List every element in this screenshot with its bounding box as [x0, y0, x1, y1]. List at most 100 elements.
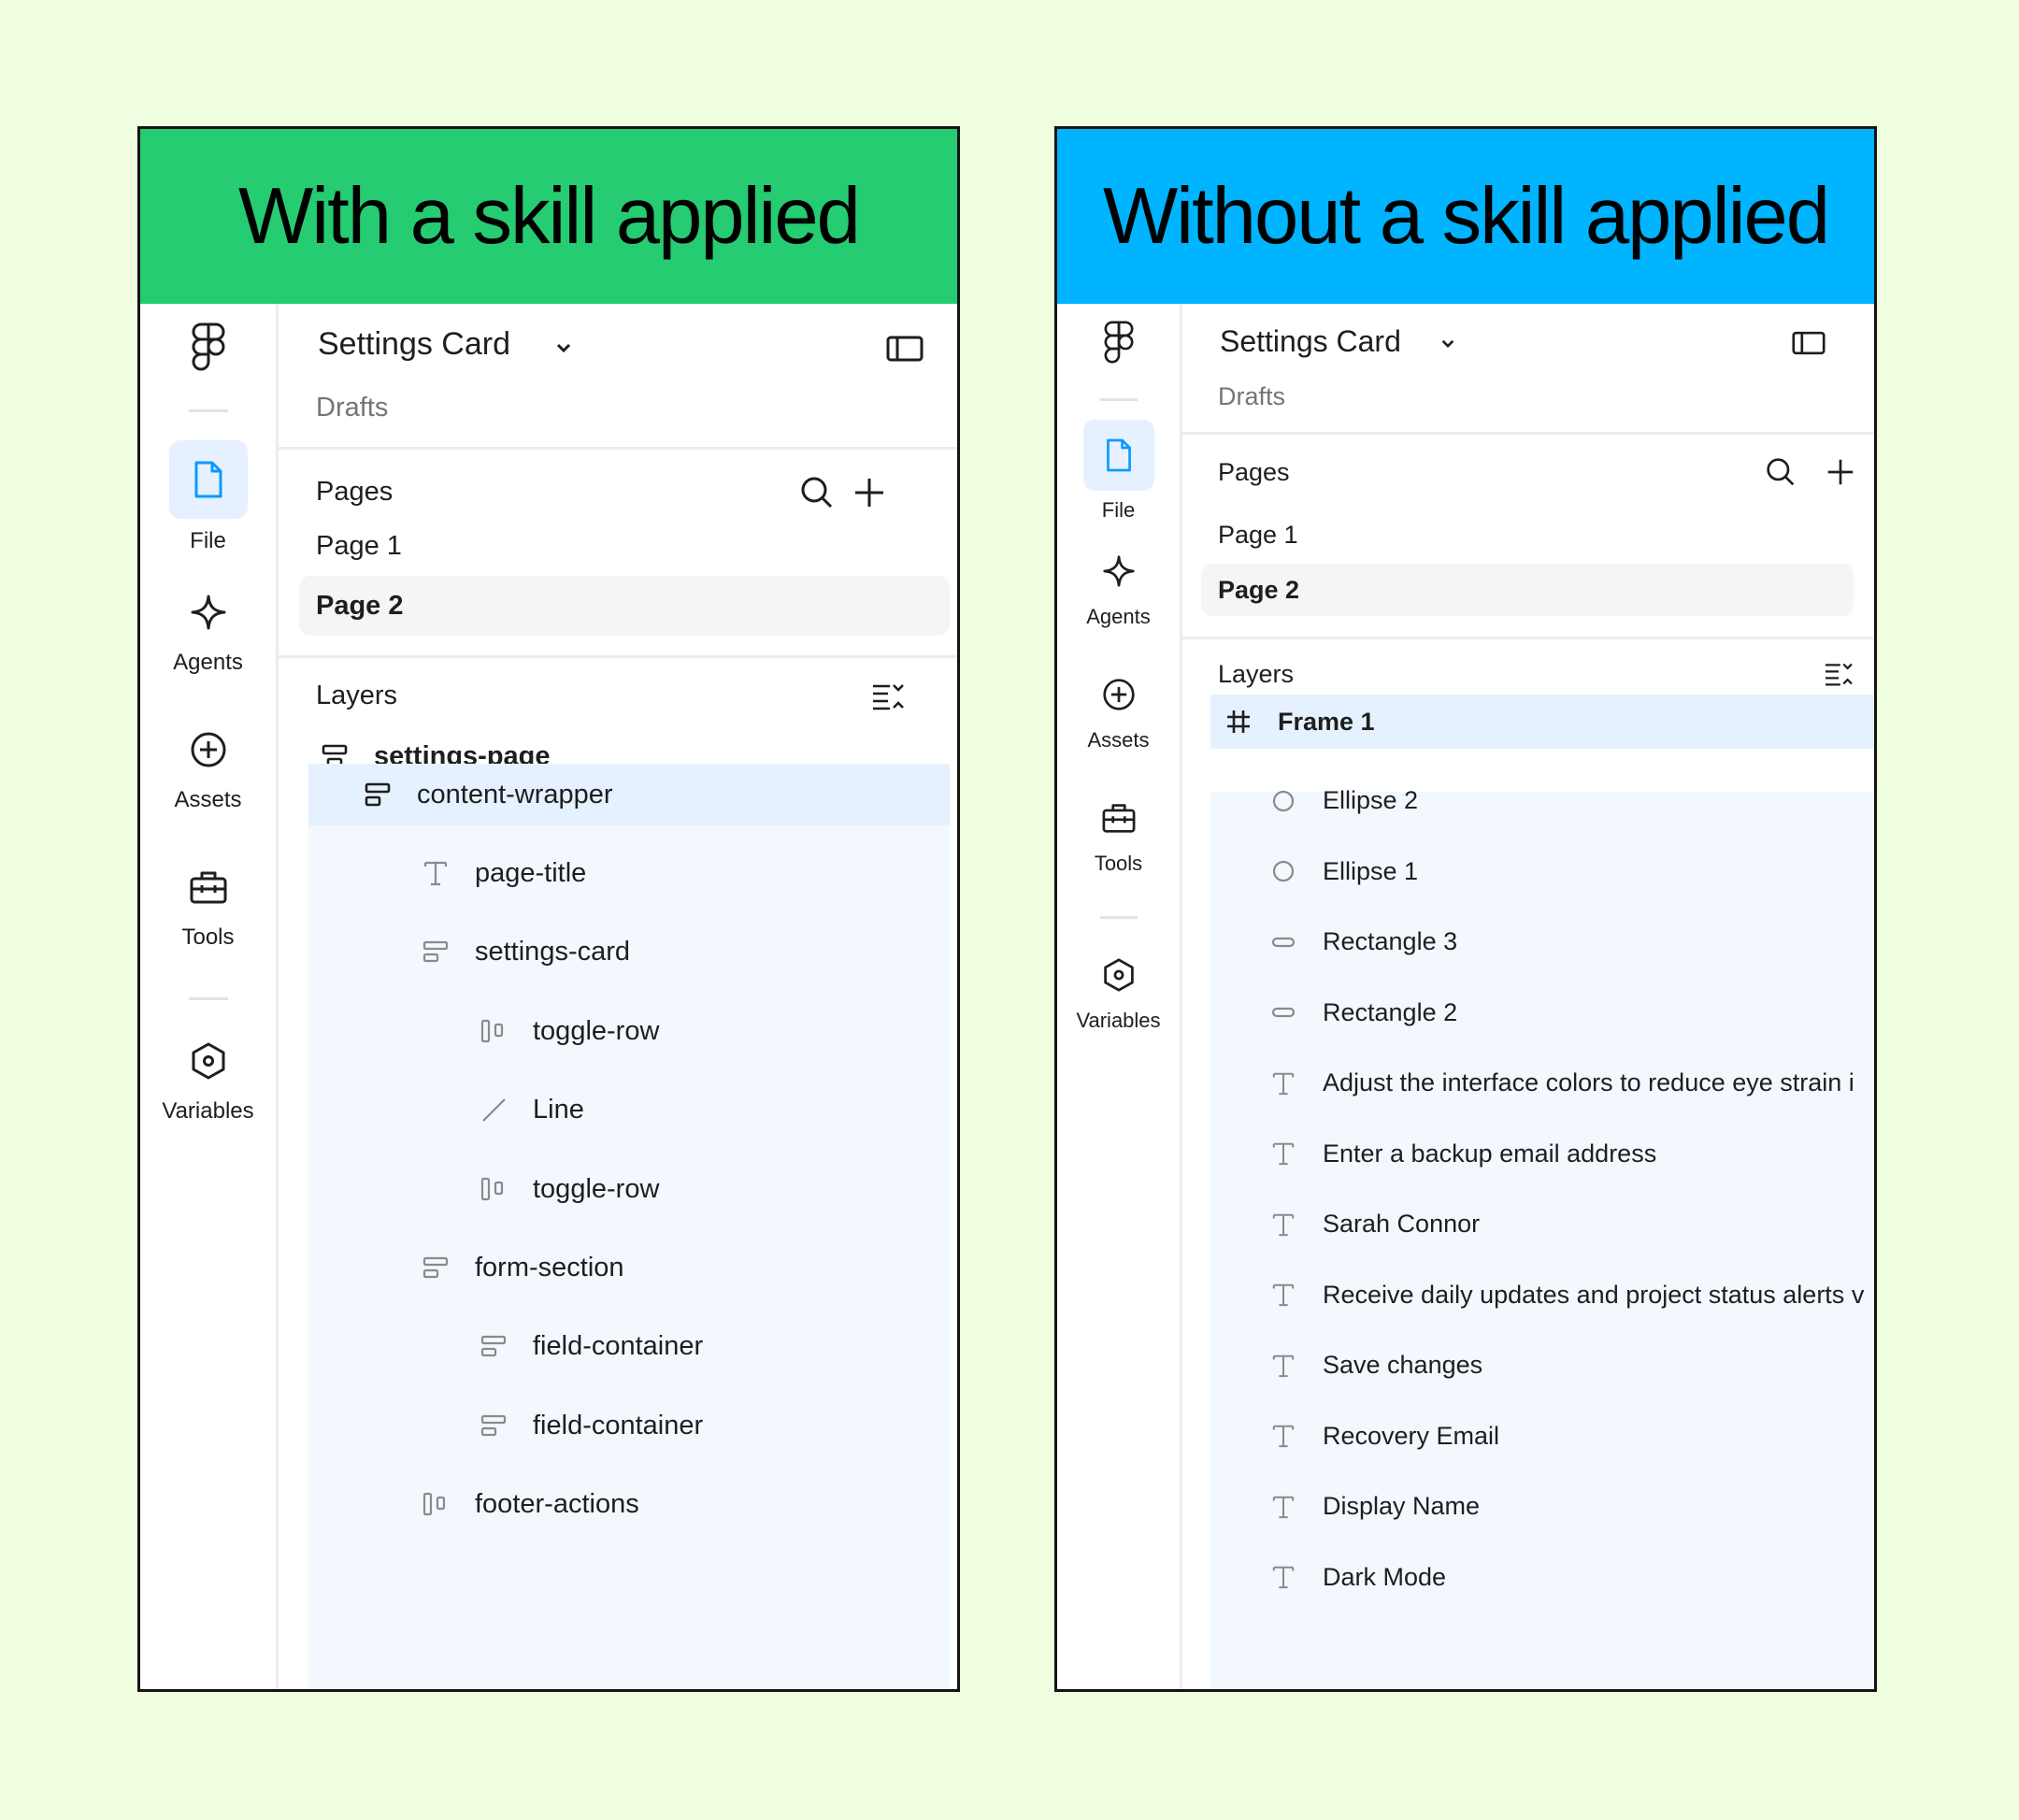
page-item-1[interactable]: Page 1 — [316, 516, 402, 576]
rectangle-icon — [1265, 994, 1302, 1031]
layer-row[interactable]: settings-card — [417, 922, 630, 982]
rail-divider — [1099, 916, 1138, 919]
rail-item-assets[interactable]: Assets — [140, 729, 276, 813]
page-item-2[interactable]: Page 2 — [1201, 564, 1854, 616]
layer-row[interactable]: Sarah Connor — [1265, 1198, 1480, 1251]
panel-banner-without-skill: Without a skill applied — [1057, 129, 1874, 304]
figma-logo-icon[interactable] — [192, 322, 225, 371]
layer-row[interactable]: page-title — [417, 843, 586, 903]
layer-row[interactable]: content-wrapper — [308, 764, 950, 825]
file-location: Drafts — [1218, 382, 1286, 410]
collapse-layers-icon[interactable] — [867, 676, 909, 717]
layer-row[interactable]: Adjust the interface colors to reduce ey… — [1265, 1057, 1854, 1110]
autolayout-horizontal-icon — [475, 1170, 512, 1208]
layer-row[interactable]: Save changes — [1265, 1340, 1482, 1392]
layer-name: Sarah Connor — [1323, 1210, 1481, 1238]
text-icon — [1265, 1276, 1302, 1313]
text-icon — [1265, 1206, 1302, 1243]
rail-item-file[interactable]: File — [140, 440, 276, 554]
figma-logo-icon[interactable] — [1104, 321, 1134, 364]
file-icon — [168, 440, 248, 519]
file-location: Drafts — [316, 393, 389, 423]
autolayout-vertical-icon — [417, 933, 454, 970]
rail-label-agents: Agents — [173, 650, 243, 675]
add-page-icon[interactable] — [849, 472, 890, 513]
autolayout-vertical-icon — [359, 776, 396, 813]
left-rail: File Agents Assets Tools Variables — [140, 304, 279, 1689]
layer-name: Ellipse 2 — [1323, 786, 1419, 814]
page-item-2[interactable]: Page 2 — [299, 576, 950, 636]
collapse-layers-icon[interactable] — [1820, 655, 1857, 693]
layer-row[interactable]: Display Name — [1265, 1481, 1480, 1533]
search-icon[interactable] — [796, 472, 838, 513]
autolayout-horizontal-icon — [417, 1485, 454, 1523]
main-panel: Settings Card Drafts Pages Page 1 Page 2… — [1182, 304, 1874, 1689]
layer-row[interactable]: Rectangle 2 — [1265, 986, 1457, 1039]
chevron-down-icon[interactable] — [1435, 330, 1461, 356]
header-divider — [1182, 432, 1874, 435]
layer-name: Rectangle 2 — [1323, 997, 1458, 1026]
hexagon-icon — [1083, 956, 1154, 994]
text-icon — [1265, 1065, 1302, 1102]
rail-label-file: File — [190, 528, 226, 553]
layer-name: field-container — [533, 1410, 704, 1440]
layer-name: Save changes — [1323, 1351, 1483, 1379]
layer-row[interactable]: field-container — [475, 1316, 703, 1376]
text-icon — [1265, 1417, 1302, 1455]
rail-divider — [1099, 398, 1138, 401]
sidebar-toggle-icon[interactable] — [884, 332, 925, 365]
pages-title: Pages — [316, 477, 394, 507]
chevron-down-icon[interactable] — [550, 334, 578, 362]
layer-row[interactable]: Recovery Email — [1265, 1410, 1499, 1462]
layer-row[interactable]: Enter a backup email address — [1265, 1127, 1656, 1180]
layer-row[interactable]: Dark Mode — [1265, 1551, 1446, 1603]
file-name[interactable]: Settings Card — [318, 326, 510, 363]
sidebar-toggle-icon[interactable] — [1790, 328, 1827, 358]
layer-name: toggle-row — [533, 1015, 660, 1046]
layer-row[interactable]: toggle-row — [475, 1001, 659, 1061]
page-item-1[interactable]: Page 1 — [1218, 507, 1298, 563]
file-name[interactable]: Settings Card — [1220, 324, 1401, 359]
rail-item-tools[interactable]: Tools — [1057, 799, 1180, 876]
rail-item-assets[interactable]: Assets — [1057, 676, 1180, 752]
pages-title: Pages — [1218, 458, 1290, 486]
rail-item-tools[interactable]: Tools — [140, 867, 276, 951]
layers-title: Layers — [1218, 660, 1295, 688]
rail-item-agents[interactable]: Agents — [140, 592, 276, 676]
rail-item-agents[interactable]: Agents — [1057, 552, 1180, 629]
layer-name: Enter a backup email address — [1323, 1139, 1657, 1168]
search-icon[interactable] — [1762, 453, 1799, 491]
layer-row[interactable]: toggle-row — [475, 1159, 659, 1219]
rail-item-variables[interactable]: Variables — [140, 1040, 276, 1125]
autolayout-vertical-icon — [475, 1327, 512, 1365]
layer-row[interactable]: footer-actions — [417, 1474, 639, 1534]
layer-row[interactable]: Line — [475, 1080, 584, 1139]
line-icon — [475, 1091, 512, 1128]
rail-label-agents: Agents — [1086, 605, 1151, 628]
rail-label-variables: Variables — [162, 1098, 254, 1124]
sparkle-icon — [1083, 552, 1154, 590]
rail-label-variables: Variables — [1076, 1009, 1161, 1032]
layer-name: Dark Mode — [1323, 1562, 1447, 1591]
rail-label-tools: Tools — [181, 924, 235, 950]
header-divider — [279, 447, 957, 450]
rail-item-variables[interactable]: Variables — [1057, 956, 1180, 1033]
layer-row[interactable]: Receive daily updates and project status… — [1265, 1268, 1864, 1321]
layer-row[interactable]: Ellipse 1 — [1265, 845, 1418, 897]
layer-row[interactable]: Ellipse 2 — [1265, 775, 1418, 827]
layer-row[interactable]: field-container — [475, 1396, 703, 1455]
plus-circle-icon — [1083, 676, 1154, 713]
add-page-icon[interactable] — [1822, 453, 1859, 491]
rail-item-file[interactable]: File — [1057, 420, 1180, 523]
without-skill-panel: Without a skill applied File Agents Asse… — [1054, 126, 1877, 1692]
rail-label-tools: Tools — [1094, 852, 1143, 875]
rail-divider — [188, 409, 228, 412]
layer-row[interactable]: form-section — [417, 1238, 624, 1297]
layer-row[interactable]: Rectangle 3 — [1265, 916, 1457, 968]
layer-row[interactable]: Frame 1 — [1210, 695, 1874, 749]
layer-name: Adjust the interface colors to reduce ey… — [1323, 1068, 1854, 1096]
autolayout-vertical-icon — [475, 1407, 512, 1444]
rail-label-file: File — [1101, 498, 1136, 522]
layer-name: field-container — [533, 1330, 704, 1361]
text-icon — [417, 854, 454, 892]
